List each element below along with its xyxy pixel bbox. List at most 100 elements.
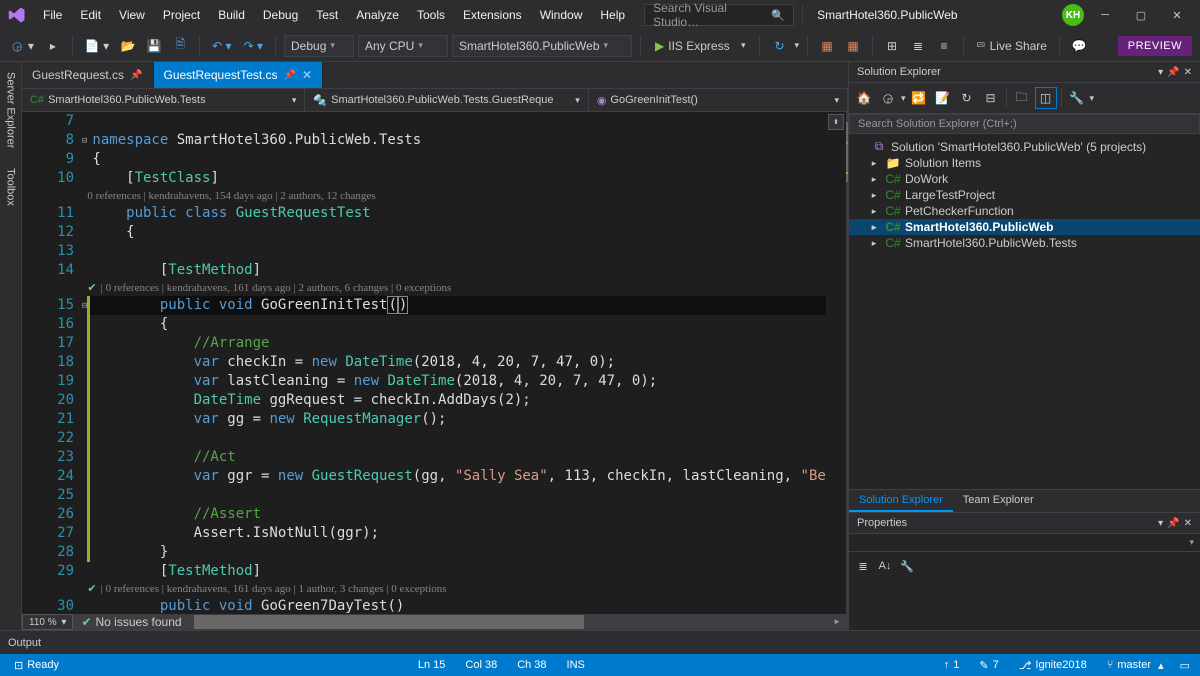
startup-combo[interactable]: SmartHotel360.PublicWeb▾ [452, 35, 632, 57]
tab-solution-explorer[interactable]: Solution Explorer [849, 490, 953, 512]
se-home-btn[interactable]: 🏠 [853, 87, 875, 109]
close-icon[interactable]: ✕ [1184, 67, 1192, 78]
pin-icon[interactable]: 📌 [130, 70, 142, 81]
undo-btn[interactable]: ↶ ▾ [208, 39, 235, 53]
menu-debug[interactable]: Debug [256, 4, 305, 26]
nav-type-combo[interactable]: 🔩 SmartHotel360.PublicWeb.Tests.GuestReq… [305, 89, 588, 111]
menu-test[interactable]: Test [309, 4, 345, 26]
start-debugging-btn[interactable]: ▶IIS Express ▾ [649, 39, 751, 53]
vertical-scrollbar[interactable] [846, 112, 848, 614]
se-collapse-btn[interactable]: ⊟ [980, 87, 1002, 109]
close-icon[interactable]: ✕ [302, 68, 312, 82]
status-publish[interactable]: ↑1 [934, 659, 970, 671]
expand-icon[interactable]: ▸ [867, 190, 881, 201]
tree-item-largetestproject[interactable]: ▸C# LargeTestProject [849, 187, 1200, 203]
scroll-thumb[interactable] [194, 615, 584, 629]
user-avatar[interactable]: KH [1062, 4, 1084, 26]
se-properties-btn[interactable]: 🔧 [1066, 87, 1088, 109]
pin-icon[interactable]: 📌 [1167, 518, 1179, 529]
tree-item-petchecker[interactable]: ▸C# PetCheckerFunction [849, 203, 1200, 219]
pin-icon[interactable]: 📌 [1167, 67, 1179, 78]
solution-root[interactable]: ⧉ Solution 'SmartHotel360.PublicWeb' (5 … [849, 138, 1200, 155]
forward-btn[interactable]: ▸ [42, 35, 64, 57]
status-ins[interactable]: INS [557, 659, 595, 671]
solution-explorer-search[interactable]: Search Solution Explorer (Ctrl+;) [849, 114, 1200, 134]
menu-file[interactable]: File [36, 4, 69, 26]
doc-tab-guest-request[interactable]: GuestRequest.cs 📌 [22, 62, 154, 88]
solution-tree[interactable]: ⧉ Solution 'SmartHotel360.PublicWeb' (5 … [849, 134, 1200, 489]
status-notifications[interactable]: ▭ [1174, 659, 1196, 672]
status-line[interactable]: Ln 15 [408, 659, 456, 671]
status-pending[interactable]: ✎7 [969, 659, 1008, 672]
new-project-btn[interactable]: 📄 ▾ [81, 39, 113, 53]
nav-member-combo[interactable]: ◉ GoGreenInitTest() ▾ [589, 89, 848, 111]
window-pos-btn[interactable]: ▾ [1158, 518, 1163, 529]
scroll-right-arrow[interactable]: ► [830, 615, 844, 629]
code-body[interactable]: ⬍ namespace SmartHotel360.PublicWeb.Test… [87, 112, 845, 614]
tree-item-publicweb[interactable]: ▸C# SmartHotel360.PublicWeb [849, 219, 1200, 235]
code-editor[interactable]: 7 8 9 10 11 12 13 14 15 16 17 18 19 20 2… [22, 112, 848, 614]
se-back-btn[interactable]: ◶ [877, 87, 899, 109]
browser-link-refresh-btn[interactable]: ↻ [768, 35, 790, 57]
properties-combo[interactable]: ▾ [849, 534, 1200, 552]
menu-analyze[interactable]: Analyze [349, 4, 406, 26]
minimize-button[interactable]: ─ [1090, 4, 1120, 26]
tb-icon-5[interactable]: ≡ [933, 35, 955, 57]
output-window[interactable]: Output [0, 630, 1200, 654]
config-combo[interactable]: Debug▾ [284, 35, 354, 57]
back-forward-btn[interactable]: ◶ ▾ [8, 39, 38, 53]
close-icon[interactable]: ✕ [1184, 518, 1192, 529]
menu-extensions[interactable]: Extensions [456, 4, 529, 26]
tree-item-dowork[interactable]: ▸C# DoWork [849, 171, 1200, 187]
se-pending-btn[interactable]: 📝 [932, 87, 954, 109]
quick-launch-search[interactable]: Search Visual Studio… 🔍 [644, 4, 794, 26]
se-sync-btn[interactable]: 🔁 [908, 87, 930, 109]
save-btn[interactable]: 💾 [143, 35, 165, 57]
maximize-button[interactable]: ▢ [1126, 4, 1156, 26]
redo-btn[interactable]: ↷ ▾ [240, 39, 267, 53]
menu-tools[interactable]: Tools [410, 4, 452, 26]
status-col[interactable]: Col 38 [455, 659, 507, 671]
tab-team-explorer[interactable]: Team Explorer [953, 490, 1044, 512]
expand-icon[interactable]: ▸ [867, 206, 881, 217]
toolbox-tab[interactable]: Toolbox [3, 158, 19, 216]
save-all-btn[interactable]: 🗎 [169, 35, 191, 57]
split-handle[interactable]: ⬍ [828, 114, 844, 130]
menu-view[interactable]: View [112, 4, 152, 26]
expand-icon[interactable]: ▸ [867, 222, 881, 233]
expand-icon[interactable]: ▸ [867, 238, 881, 249]
tb-icon-4[interactable]: ≣ [907, 35, 929, 57]
output-tab[interactable]: Output [8, 633, 41, 653]
platform-combo[interactable]: Any CPU▾ [358, 35, 448, 57]
menu-edit[interactable]: Edit [73, 4, 108, 26]
menu-help[interactable]: Help [593, 4, 632, 26]
menu-build[interactable]: Build [211, 4, 252, 26]
expand-icon[interactable]: ▸ [867, 174, 881, 185]
tb-icon-3[interactable]: ⊞ [881, 35, 903, 57]
horizontal-scrollbar[interactable]: ◄ ► [194, 615, 844, 629]
window-pos-btn[interactable]: ▾ [1158, 67, 1163, 78]
live-share-btn[interactable]: ⮹Live Share [972, 38, 1051, 53]
pin-icon[interactable]: 📌 [284, 70, 296, 81]
property-pages-btn[interactable]: 🔧 [897, 556, 917, 576]
zoom-combo[interactable]: 110 % ▾ [22, 614, 73, 630]
tb-icon-1[interactable]: ▦ [816, 35, 838, 57]
doc-tab-guest-request-test[interactable]: GuestRequestTest.cs 📌 ✕ [154, 62, 324, 88]
tree-item-solution-items[interactable]: ▸📁 Solution Items [849, 155, 1200, 171]
alphabetical-btn[interactable]: A↓ [875, 556, 895, 576]
menu-window[interactable]: Window [533, 4, 590, 26]
close-window-button[interactable]: ✕ [1162, 4, 1192, 26]
tree-item-publicweb-tests[interactable]: ▸C# SmartHotel360.PublicWeb.Tests [849, 235, 1200, 251]
se-preview-btn[interactable]: ◫ [1035, 87, 1057, 109]
server-explorer-tab[interactable]: Server Explorer [3, 62, 19, 158]
status-repo[interactable]: ⎇Ignite2018 [1009, 659, 1097, 672]
menu-project[interactable]: Project [156, 4, 207, 26]
nav-project-combo[interactable]: C# SmartHotel360.PublicWeb.Tests ▾ [22, 89, 305, 111]
se-refresh-btn[interactable]: ↻ [956, 87, 978, 109]
tb-icon-2[interactable]: ▦ [842, 35, 864, 57]
open-file-btn[interactable]: 📂 [117, 35, 139, 57]
status-char[interactable]: Ch 38 [507, 659, 556, 671]
categorized-btn[interactable]: ≣ [853, 556, 873, 576]
issues-status[interactable]: ✔No issues found [73, 615, 189, 629]
expand-icon[interactable]: ▸ [867, 158, 881, 169]
